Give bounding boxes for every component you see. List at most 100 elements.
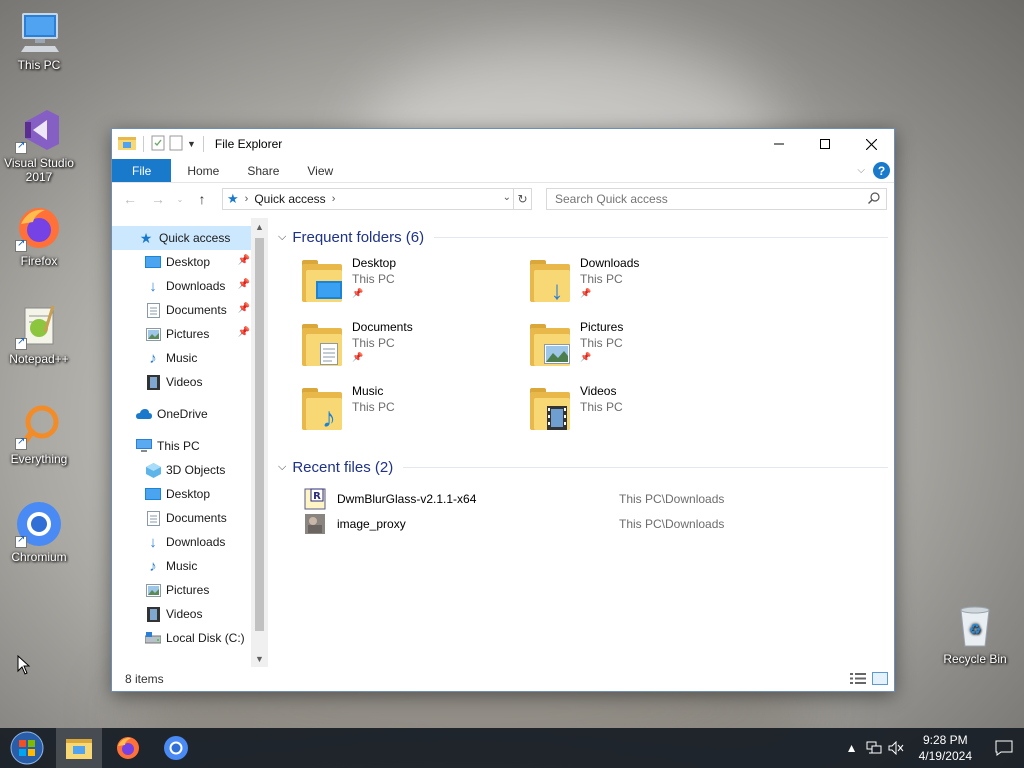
notepadpp-icon [15, 302, 63, 350]
folder-location: This PC [352, 272, 395, 286]
desktop-icon-label: Visual Studio 2017 [4, 156, 74, 184]
folder-tile-downloads[interactable]: ↓ Downloads This PC 📌 [530, 254, 758, 314]
forward-button[interactable]: → [146, 187, 170, 211]
desktop-icon-label: Chromium [11, 550, 67, 564]
folder-tile-documents[interactable]: Documents This PC 📌 [302, 318, 530, 378]
taskbar-firefox[interactable] [104, 728, 152, 768]
nav-qa-documents[interactable]: Documents 📌 [112, 298, 252, 322]
quick-access-star-icon: ★ [139, 229, 153, 246]
folder-tile-music[interactable]: ♪ Music This PC [302, 382, 530, 442]
desktop-icon-visual-studio[interactable]: Visual Studio 2017 [0, 106, 79, 184]
desktop-icon-firefox[interactable]: Firefox [0, 204, 79, 268]
nav-label: Music [166, 351, 198, 365]
properties-icon[interactable] [151, 135, 165, 154]
folder-tile-videos[interactable]: Videos This PC [530, 382, 758, 442]
desktop-icon-everything[interactable]: Everything [0, 402, 79, 466]
nav-qa-downloads[interactable]: ↓ Downloads 📌 [112, 274, 252, 298]
folder-name: Desktop [352, 256, 397, 270]
frequent-folders-header[interactable]: ⌵ Frequent folders (6) [278, 226, 894, 248]
nav-pc-3d-objects[interactable]: 3D Objects [112, 458, 252, 482]
up-button[interactable]: ↑ [190, 187, 214, 211]
volume-muted-icon[interactable] [885, 728, 907, 768]
tab-home[interactable]: Home [173, 159, 233, 182]
taskbar-file-explorer[interactable] [56, 728, 102, 768]
nav-pc-music[interactable]: ♪ Music [112, 554, 252, 578]
pin-icon: 📌 [352, 288, 364, 298]
nav-qa-pictures[interactable]: Pictures 📌 [112, 322, 252, 346]
nav-qa-desktop[interactable]: Desktop 📌 [112, 250, 252, 274]
start-button[interactable] [0, 728, 54, 768]
action-center-button[interactable] [984, 728, 1024, 768]
expand-ribbon-icon[interactable]: ⌵ [857, 165, 865, 176]
shortcut-arrow-icon [15, 238, 27, 252]
scrollbar-thumb[interactable] [255, 238, 264, 631]
nav-pc-documents[interactable]: Documents [112, 506, 252, 530]
close-button[interactable] [848, 129, 894, 159]
desktop-icon-chromium[interactable]: Chromium [0, 500, 79, 564]
toolbar-divider [143, 136, 144, 152]
details-view-icon[interactable] [850, 672, 866, 685]
breadcrumb-quick-access[interactable]: Quick access [254, 192, 325, 206]
tab-file[interactable]: File [112, 159, 172, 182]
folder-location: This PC [580, 400, 623, 414]
large-icons-view-icon[interactable] [872, 672, 888, 685]
chevron-down-icon: ⌄ [176, 194, 184, 204]
pin-icon: 📌 [237, 255, 250, 266]
nav-pc-desktop[interactable]: Desktop [112, 482, 252, 506]
network-icon[interactable] [863, 728, 885, 768]
title-bar[interactable]: ▼ File Explorer [112, 129, 894, 159]
help-button[interactable]: ? [873, 162, 890, 179]
nav-label: Desktop [166, 487, 211, 501]
pictures-icon [145, 582, 161, 598]
clock-date: 4/19/2024 [918, 749, 972, 763]
folder-tile-desktop[interactable]: Desktop This PC 📌 [302, 254, 530, 314]
nav-label: Music [166, 559, 198, 573]
folder-tile-pictures[interactable]: Pictures This PC 📌 [530, 318, 758, 378]
refresh-button[interactable]: ↻ [513, 189, 531, 209]
chevron-up-icon: ▲ [845, 741, 858, 755]
show-hidden-icons-button[interactable]: ▲ [841, 728, 863, 768]
scroll-down-icon[interactable]: ▼ [251, 650, 268, 667]
desktop-icon-this-pc[interactable]: This PC [0, 8, 79, 72]
nav-qa-music[interactable]: ♪ Music [112, 346, 252, 370]
desktop-icon-notepadpp[interactable]: Notepad++ [0, 302, 79, 366]
tab-view[interactable]: View [293, 159, 347, 182]
recent-files-header[interactable]: ⌵ Recent files (2) [278, 456, 894, 478]
nav-pc-videos[interactable]: Videos [112, 602, 252, 626]
nav-quick-access[interactable]: ★ Quick access [112, 226, 252, 250]
nav-qa-videos[interactable]: Videos [112, 370, 252, 394]
address-dropdown-icon[interactable]: ⌄ [503, 192, 511, 203]
nav-this-pc[interactable]: This PC [112, 434, 252, 458]
explorer-folder-icon [118, 135, 136, 154]
nav-label: Quick access [159, 231, 231, 245]
scroll-up-icon[interactable]: ▲ [251, 218, 268, 235]
recycle-bin-icon: ♻ [951, 602, 999, 650]
window-controls [756, 129, 894, 159]
nav-pc-pictures[interactable]: Pictures [112, 578, 252, 602]
search-input[interactable] [555, 192, 855, 206]
nav-label: Videos [166, 375, 203, 389]
new-folder-icon[interactable] [169, 135, 183, 154]
clock[interactable]: 9:28 PM 4/19/2024 [907, 732, 984, 764]
recent-locations-button[interactable]: ⌄ [174, 187, 186, 211]
desktop-icon-recycle-bin[interactable]: ♻ Recycle Bin [935, 602, 1015, 666]
back-button[interactable]: ← [118, 187, 142, 211]
up-arrow-icon: ↑ [198, 191, 206, 207]
address-bar[interactable]: ★ › Quick access › ⌄ ↻ [222, 188, 532, 210]
svg-text:♻: ♻ [969, 622, 982, 638]
minimize-button[interactable] [756, 129, 802, 159]
nav-onedrive[interactable]: OneDrive [112, 402, 252, 426]
nav-pc-downloads[interactable]: ↓ Downloads [112, 530, 252, 554]
nav-label: Videos [166, 607, 203, 621]
tab-share[interactable]: Share [233, 159, 293, 182]
maximize-button[interactable] [802, 129, 848, 159]
nav-pc-local-disk[interactable]: Local Disk (C:) [112, 626, 252, 650]
search-box[interactable] [546, 188, 887, 210]
desktop-icon-label: Firefox [20, 254, 58, 268]
taskbar-chromium[interactable] [152, 728, 200, 768]
navigation-scrollbar[interactable]: ▲ ▼ [251, 218, 268, 667]
customize-toolbar-icon[interactable]: ▼ [187, 139, 196, 149]
recent-file-row[interactable]: image_proxy This PC\Downloads [304, 511, 894, 536]
recent-file-row[interactable]: R DwmBlurGlass-v2.1.1-x64 This PC\Downlo… [304, 486, 894, 511]
desktop-icon [145, 254, 161, 270]
